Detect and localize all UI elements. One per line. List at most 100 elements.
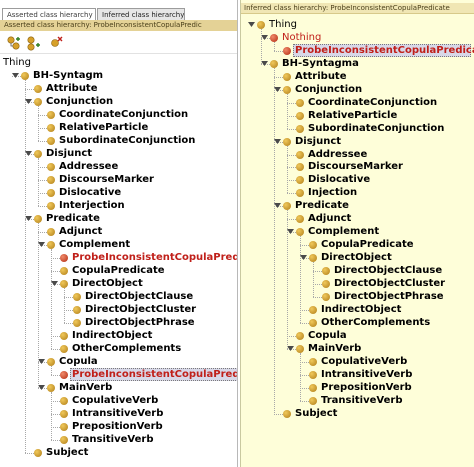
- tree-node-prepositionverb[interactable]: PrepositionVerb: [0, 420, 237, 433]
- tree-node-bh-syntagm[interactable]: BH-Syntagm: [0, 69, 237, 82]
- tree-node-dislocative[interactable]: Dislocative: [0, 186, 237, 199]
- class-icon: [309, 357, 317, 366]
- expand-toggle-icon[interactable]: [25, 98, 32, 105]
- tree-node-r-adjunct[interactable]: Adjunct: [241, 212, 474, 225]
- expand-toggle-icon[interactable]: [38, 358, 45, 365]
- tree-node-r-addressee[interactable]: Addressee: [241, 148, 474, 161]
- delete-class-button[interactable]: [48, 35, 64, 51]
- add-sibling-class-button[interactable]: [26, 35, 42, 51]
- expand-toggle-icon[interactable]: [51, 280, 58, 287]
- expand-toggle-icon[interactable]: [25, 215, 32, 222]
- class-icon: [309, 305, 317, 314]
- expand-toggle-icon[interactable]: [274, 86, 281, 93]
- tree-guide-line: [51, 249, 52, 349]
- tree-node-coordinateconjunction[interactable]: CoordinateConjunction: [0, 108, 237, 121]
- class-icon: [73, 306, 81, 314]
- tree-node-label: Attribute: [295, 70, 347, 82]
- tree-node-relativeparticle[interactable]: RelativeParticle: [0, 121, 237, 134]
- tree-node-addressee[interactable]: Addressee: [0, 160, 237, 173]
- tree-node-copulativeverb[interactable]: CopulativeVerb: [0, 394, 237, 407]
- expand-toggle-icon[interactable]: [25, 150, 32, 157]
- tree-node-disjunct[interactable]: Disjunct: [0, 147, 237, 160]
- expand-toggle-icon[interactable]: [274, 138, 281, 145]
- tree-node-r-prepositionverb[interactable]: PrepositionVerb: [241, 381, 474, 394]
- class-icon: [34, 215, 42, 223]
- class-icon: [296, 228, 304, 237]
- tree-node-r-injection[interactable]: Injection: [241, 186, 474, 199]
- class-icon: [34, 150, 42, 158]
- tree-node-r-copula[interactable]: Copula: [241, 329, 474, 342]
- tree-node-thing[interactable]: Thing: [0, 56, 237, 69]
- tree-node-directobject[interactable]: DirectObject: [0, 277, 237, 290]
- tree-node-r-copulapredicate[interactable]: CopulaPredicate: [241, 238, 474, 251]
- tab-inferred-class-hierarchy[interactable]: Inferred class hierarchy: [97, 8, 185, 20]
- tree-node-label: BH-Syntagma: [282, 57, 359, 69]
- tree-node-adjunct[interactable]: Adjunct: [0, 225, 237, 238]
- expand-toggle-icon[interactable]: [300, 254, 307, 261]
- tree-node-predicate[interactable]: Predicate: [0, 212, 237, 225]
- expand-toggle-icon[interactable]: [287, 228, 294, 235]
- tree-node-intransitiveverb[interactable]: IntransitiveVerb: [0, 407, 237, 420]
- tree-guide-line: [38, 158, 39, 206]
- tree-node-r-copulativeverb[interactable]: CopulativeVerb: [241, 355, 474, 368]
- tree-node-r-relativeparticle[interactable]: RelativeParticle: [241, 109, 474, 122]
- tree-node-label: Attribute: [46, 83, 98, 94]
- expand-toggle-icon[interactable]: [261, 60, 268, 67]
- tree-node-r-mainverb[interactable]: MainVerb: [241, 342, 474, 355]
- tree-node-indirectobject[interactable]: IndirectObject: [0, 329, 237, 342]
- add-subclass-button[interactable]: [6, 35, 22, 51]
- tree-node-r-directobjectcluster[interactable]: DirectObjectCluster: [241, 277, 474, 290]
- tree-node-r-subordinateconjunction[interactable]: SubordinateConjunction: [241, 122, 474, 135]
- tree-guide-line: [287, 145, 288, 194]
- tree-node-label: DiscourseMarker: [308, 161, 403, 173]
- expand-toggle-icon[interactable]: [38, 384, 45, 391]
- class-icon: [309, 383, 317, 392]
- tree-node-copula[interactable]: Copula: [0, 355, 237, 368]
- tree-node-transitiveverb[interactable]: TransitiveVerb: [0, 433, 237, 446]
- tree-node-complement[interactable]: Complement: [0, 238, 237, 251]
- tree-node-r-predicate[interactable]: Predicate: [241, 199, 474, 212]
- tree-node-probe1[interactable]: ProbeInconsistentCopulaPredicate: [0, 251, 237, 264]
- expand-toggle-icon[interactable]: [12, 72, 19, 79]
- tree-node-r-disjunct[interactable]: Disjunct: [241, 135, 474, 148]
- tree-node-r-directobjectclause[interactable]: DirectObjectClause: [241, 264, 474, 277]
- tree-node-r-directobjectphrase[interactable]: DirectObjectPhrase: [241, 290, 474, 303]
- tree-node-r-bh-syntagma[interactable]: BH-Syntagma: [241, 57, 474, 70]
- expand-toggle-icon[interactable]: [261, 34, 268, 41]
- tree-node-discoursemarker[interactable]: DiscourseMarker: [0, 173, 237, 186]
- tree-node-r-dislocative[interactable]: Dislocative: [241, 173, 474, 186]
- tree-node-directobjectcluster[interactable]: DirectObjectCluster: [0, 303, 237, 316]
- tree-node-r-othercomplements[interactable]: OtherComplements: [241, 316, 474, 329]
- tree-node-probe2[interactable]: ProbeInconsistentCopulaPredicate: [0, 368, 237, 381]
- tree-node-r-intransitiveverb[interactable]: IntransitiveVerb: [241, 368, 474, 381]
- tree-node-mainverb[interactable]: MainVerb: [0, 381, 237, 394]
- tree-node-r-discoursemarker[interactable]: DiscourseMarker: [241, 160, 474, 173]
- tree-node-conjunction[interactable]: Conjunction: [0, 95, 237, 108]
- expand-toggle-icon[interactable]: [248, 21, 255, 28]
- tree-node-r-subject[interactable]: Subject: [241, 407, 474, 420]
- tree-node-r-attribute[interactable]: Attribute: [241, 70, 474, 83]
- tree-node-r-coordinateconjunction[interactable]: CoordinateConjunction: [241, 96, 474, 109]
- tree-node-label: Subject: [46, 447, 89, 458]
- expand-toggle-icon[interactable]: [38, 241, 45, 248]
- expand-toggle-icon[interactable]: [287, 345, 294, 352]
- tree-node-r-conjunction[interactable]: Conjunction: [241, 83, 474, 96]
- tree-node-r-nothing[interactable]: Nothing: [241, 31, 474, 44]
- tab-asserted-class-hierarchy[interactable]: Asserted class hierarchy: [2, 8, 96, 20]
- tree-node-interjection[interactable]: Interjection: [0, 199, 237, 212]
- tree-node-label: DirectObject: [72, 278, 143, 289]
- tree-node-r-probe[interactable]: ProbeInconsistentCopulaPredicate: [241, 43, 474, 57]
- tree-node-r-directobject[interactable]: DirectObject: [241, 251, 474, 264]
- tree-node-copulapredicate[interactable]: CopulaPredicate: [0, 264, 237, 277]
- tree-node-subject[interactable]: Subject: [0, 446, 237, 459]
- tree-node-othercomplements[interactable]: OtherComplements: [0, 342, 237, 355]
- tree-node-r-complement[interactable]: Complement: [241, 225, 474, 238]
- tree-node-attribute[interactable]: Attribute: [0, 82, 237, 95]
- tree-node-r-indirectobject[interactable]: IndirectObject: [241, 303, 474, 316]
- tree-node-subordinateconjunction[interactable]: SubordinateConjunction: [0, 134, 237, 147]
- tree-node-r-thing[interactable]: Thing: [241, 18, 474, 31]
- tree-node-r-transitiveverb[interactable]: TransitiveVerb: [241, 394, 474, 407]
- tree-node-directobjectclause[interactable]: DirectObjectClause: [0, 290, 237, 303]
- tree-node-directobjectphrase[interactable]: DirectObjectPhrase: [0, 316, 237, 329]
- expand-toggle-icon[interactable]: [274, 202, 281, 209]
